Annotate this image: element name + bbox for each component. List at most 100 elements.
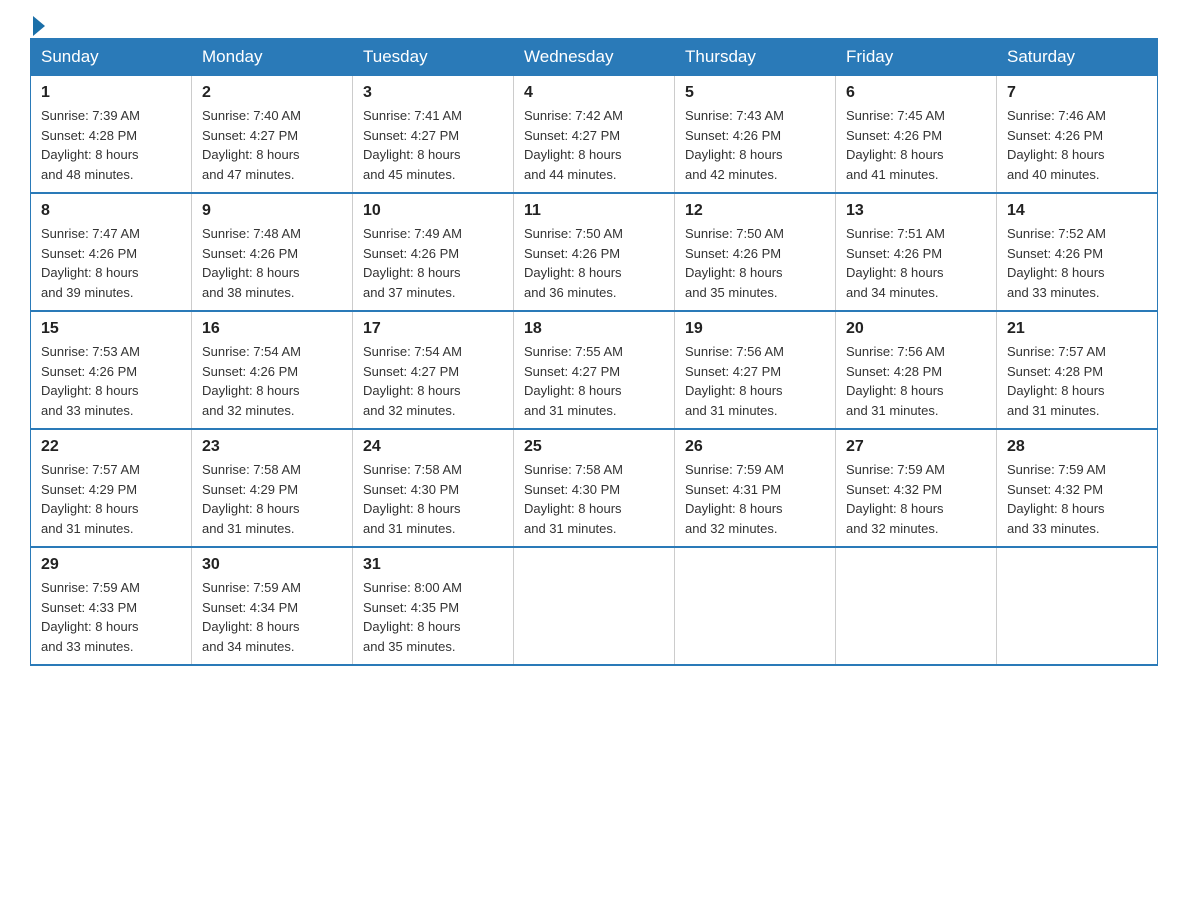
day-number: 16 [202, 320, 342, 338]
day-number: 14 [1007, 202, 1147, 220]
day-number: 26 [685, 438, 825, 456]
calendar-cell: 23 Sunrise: 7:58 AM Sunset: 4:29 PM Dayl… [192, 429, 353, 547]
calendar-cell: 7 Sunrise: 7:46 AM Sunset: 4:26 PM Dayli… [997, 76, 1158, 194]
calendar-cell [675, 547, 836, 665]
calendar-header-row: SundayMondayTuesdayWednesdayThursdayFrid… [31, 39, 1158, 76]
day-info: Sunrise: 7:58 AM Sunset: 4:29 PM Dayligh… [202, 460, 342, 538]
calendar-cell: 27 Sunrise: 7:59 AM Sunset: 4:32 PM Dayl… [836, 429, 997, 547]
logo-text [30, 20, 45, 36]
day-info: Sunrise: 7:50 AM Sunset: 4:26 PM Dayligh… [685, 224, 825, 302]
day-number: 23 [202, 438, 342, 456]
calendar-cell: 15 Sunrise: 7:53 AM Sunset: 4:26 PM Dayl… [31, 311, 192, 429]
calendar-cell: 1 Sunrise: 7:39 AM Sunset: 4:28 PM Dayli… [31, 76, 192, 194]
day-number: 6 [846, 84, 986, 102]
day-info: Sunrise: 7:59 AM Sunset: 4:34 PM Dayligh… [202, 578, 342, 656]
day-info: Sunrise: 7:41 AM Sunset: 4:27 PM Dayligh… [363, 106, 503, 184]
week-row-2: 8 Sunrise: 7:47 AM Sunset: 4:26 PM Dayli… [31, 193, 1158, 311]
week-row-3: 15 Sunrise: 7:53 AM Sunset: 4:26 PM Dayl… [31, 311, 1158, 429]
calendar-cell [514, 547, 675, 665]
day-number: 27 [846, 438, 986, 456]
calendar-cell: 4 Sunrise: 7:42 AM Sunset: 4:27 PM Dayli… [514, 76, 675, 194]
day-info: Sunrise: 7:57 AM Sunset: 4:28 PM Dayligh… [1007, 342, 1147, 420]
calendar-cell: 21 Sunrise: 7:57 AM Sunset: 4:28 PM Dayl… [997, 311, 1158, 429]
day-number: 29 [41, 556, 181, 574]
calendar-cell: 17 Sunrise: 7:54 AM Sunset: 4:27 PM Dayl… [353, 311, 514, 429]
calendar-cell: 12 Sunrise: 7:50 AM Sunset: 4:26 PM Dayl… [675, 193, 836, 311]
calendar-cell [836, 547, 997, 665]
day-info: Sunrise: 7:52 AM Sunset: 4:26 PM Dayligh… [1007, 224, 1147, 302]
day-number: 8 [41, 202, 181, 220]
day-number: 4 [524, 84, 664, 102]
calendar-cell: 24 Sunrise: 7:58 AM Sunset: 4:30 PM Dayl… [353, 429, 514, 547]
calendar-cell: 20 Sunrise: 7:56 AM Sunset: 4:28 PM Dayl… [836, 311, 997, 429]
header-wednesday: Wednesday [514, 39, 675, 76]
calendar-cell: 9 Sunrise: 7:48 AM Sunset: 4:26 PM Dayli… [192, 193, 353, 311]
header-saturday: Saturday [997, 39, 1158, 76]
day-info: Sunrise: 7:58 AM Sunset: 4:30 PM Dayligh… [363, 460, 503, 538]
day-number: 10 [363, 202, 503, 220]
day-info: Sunrise: 7:57 AM Sunset: 4:29 PM Dayligh… [41, 460, 181, 538]
calendar-cell: 25 Sunrise: 7:58 AM Sunset: 4:30 PM Dayl… [514, 429, 675, 547]
logo [30, 20, 45, 28]
day-info: Sunrise: 7:59 AM Sunset: 4:32 PM Dayligh… [1007, 460, 1147, 538]
header-thursday: Thursday [675, 39, 836, 76]
calendar-cell: 11 Sunrise: 7:50 AM Sunset: 4:26 PM Dayl… [514, 193, 675, 311]
calendar-cell: 10 Sunrise: 7:49 AM Sunset: 4:26 PM Dayl… [353, 193, 514, 311]
day-info: Sunrise: 7:59 AM Sunset: 4:31 PM Dayligh… [685, 460, 825, 538]
week-row-5: 29 Sunrise: 7:59 AM Sunset: 4:33 PM Dayl… [31, 547, 1158, 665]
day-number: 2 [202, 84, 342, 102]
day-number: 24 [363, 438, 503, 456]
page-header [30, 20, 1158, 28]
day-info: Sunrise: 7:47 AM Sunset: 4:26 PM Dayligh… [41, 224, 181, 302]
day-info: Sunrise: 7:59 AM Sunset: 4:33 PM Dayligh… [41, 578, 181, 656]
calendar-cell: 8 Sunrise: 7:47 AM Sunset: 4:26 PM Dayli… [31, 193, 192, 311]
day-info: Sunrise: 7:45 AM Sunset: 4:26 PM Dayligh… [846, 106, 986, 184]
day-info: Sunrise: 7:58 AM Sunset: 4:30 PM Dayligh… [524, 460, 664, 538]
calendar-cell: 28 Sunrise: 7:59 AM Sunset: 4:32 PM Dayl… [997, 429, 1158, 547]
day-info: Sunrise: 7:49 AM Sunset: 4:26 PM Dayligh… [363, 224, 503, 302]
day-number: 21 [1007, 320, 1147, 338]
day-number: 25 [524, 438, 664, 456]
day-info: Sunrise: 7:46 AM Sunset: 4:26 PM Dayligh… [1007, 106, 1147, 184]
calendar-cell: 19 Sunrise: 7:56 AM Sunset: 4:27 PM Dayl… [675, 311, 836, 429]
day-info: Sunrise: 7:43 AM Sunset: 4:26 PM Dayligh… [685, 106, 825, 184]
day-info: Sunrise: 7:54 AM Sunset: 4:26 PM Dayligh… [202, 342, 342, 420]
calendar-cell: 13 Sunrise: 7:51 AM Sunset: 4:26 PM Dayl… [836, 193, 997, 311]
day-number: 11 [524, 202, 664, 220]
day-info: Sunrise: 7:39 AM Sunset: 4:28 PM Dayligh… [41, 106, 181, 184]
day-number: 22 [41, 438, 181, 456]
day-info: Sunrise: 7:42 AM Sunset: 4:27 PM Dayligh… [524, 106, 664, 184]
calendar-cell: 22 Sunrise: 7:57 AM Sunset: 4:29 PM Dayl… [31, 429, 192, 547]
calendar-cell: 16 Sunrise: 7:54 AM Sunset: 4:26 PM Dayl… [192, 311, 353, 429]
calendar-cell: 29 Sunrise: 7:59 AM Sunset: 4:33 PM Dayl… [31, 547, 192, 665]
day-number: 20 [846, 320, 986, 338]
header-monday: Monday [192, 39, 353, 76]
day-number: 28 [1007, 438, 1147, 456]
day-info: Sunrise: 7:51 AM Sunset: 4:26 PM Dayligh… [846, 224, 986, 302]
day-number: 5 [685, 84, 825, 102]
day-number: 17 [363, 320, 503, 338]
day-number: 19 [685, 320, 825, 338]
day-info: Sunrise: 7:53 AM Sunset: 4:26 PM Dayligh… [41, 342, 181, 420]
calendar-cell: 30 Sunrise: 7:59 AM Sunset: 4:34 PM Dayl… [192, 547, 353, 665]
calendar-cell: 18 Sunrise: 7:55 AM Sunset: 4:27 PM Dayl… [514, 311, 675, 429]
day-info: Sunrise: 7:59 AM Sunset: 4:32 PM Dayligh… [846, 460, 986, 538]
calendar-cell: 14 Sunrise: 7:52 AM Sunset: 4:26 PM Dayl… [997, 193, 1158, 311]
calendar-cell: 5 Sunrise: 7:43 AM Sunset: 4:26 PM Dayli… [675, 76, 836, 194]
calendar-cell: 2 Sunrise: 7:40 AM Sunset: 4:27 PM Dayli… [192, 76, 353, 194]
day-number: 9 [202, 202, 342, 220]
day-number: 13 [846, 202, 986, 220]
day-number: 7 [1007, 84, 1147, 102]
day-number: 3 [363, 84, 503, 102]
week-row-4: 22 Sunrise: 7:57 AM Sunset: 4:29 PM Dayl… [31, 429, 1158, 547]
calendar-cell: 3 Sunrise: 7:41 AM Sunset: 4:27 PM Dayli… [353, 76, 514, 194]
day-info: Sunrise: 7:55 AM Sunset: 4:27 PM Dayligh… [524, 342, 664, 420]
day-number: 31 [363, 556, 503, 574]
day-info: Sunrise: 7:48 AM Sunset: 4:26 PM Dayligh… [202, 224, 342, 302]
day-info: Sunrise: 8:00 AM Sunset: 4:35 PM Dayligh… [363, 578, 503, 656]
day-number: 12 [685, 202, 825, 220]
calendar-cell: 6 Sunrise: 7:45 AM Sunset: 4:26 PM Dayli… [836, 76, 997, 194]
day-info: Sunrise: 7:40 AM Sunset: 4:27 PM Dayligh… [202, 106, 342, 184]
day-info: Sunrise: 7:50 AM Sunset: 4:26 PM Dayligh… [524, 224, 664, 302]
day-info: Sunrise: 7:54 AM Sunset: 4:27 PM Dayligh… [363, 342, 503, 420]
